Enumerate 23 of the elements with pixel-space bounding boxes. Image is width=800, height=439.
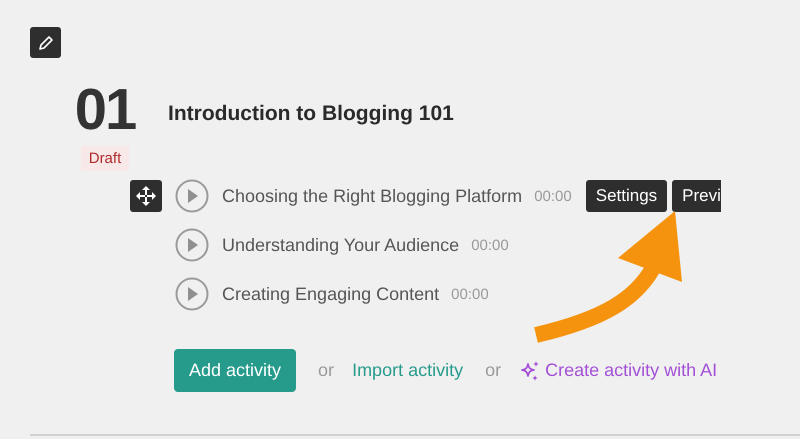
or-text: or xyxy=(485,360,502,381)
section-number: 01 xyxy=(74,80,136,140)
play-icon[interactable] xyxy=(175,228,209,262)
edit-button[interactable] xyxy=(30,27,61,58)
or-text: or xyxy=(318,360,334,381)
activity-duration: 00:00 xyxy=(451,286,489,302)
ai-link-text: Create activity with AI xyxy=(545,360,718,381)
activity-duration: 00:00 xyxy=(471,236,509,254)
pencil-icon xyxy=(38,34,54,50)
action-button[interactable]: Previ xyxy=(672,180,721,212)
activity-title[interactable]: Understanding Your Audience xyxy=(222,234,460,256)
ai-link[interactable]: Create activity with AI xyxy=(519,360,718,382)
section-title: Introduction to Blogging 101 xyxy=(168,102,454,126)
play-icon[interactable] xyxy=(175,179,209,213)
add-activity-button[interactable]: Add activity xyxy=(174,349,296,392)
move-handle[interactable] xyxy=(130,180,162,212)
play-icon[interactable] xyxy=(175,277,209,311)
move-icon xyxy=(134,184,158,208)
activity-duration: 00:00 xyxy=(534,188,572,204)
activity-title[interactable]: Choosing the Right Blogging Platform xyxy=(222,186,522,206)
status-badge: Draft xyxy=(80,146,130,171)
action-button[interactable]: Settings xyxy=(586,180,668,212)
activity-title[interactable]: Creating Engaging Content xyxy=(222,284,440,304)
